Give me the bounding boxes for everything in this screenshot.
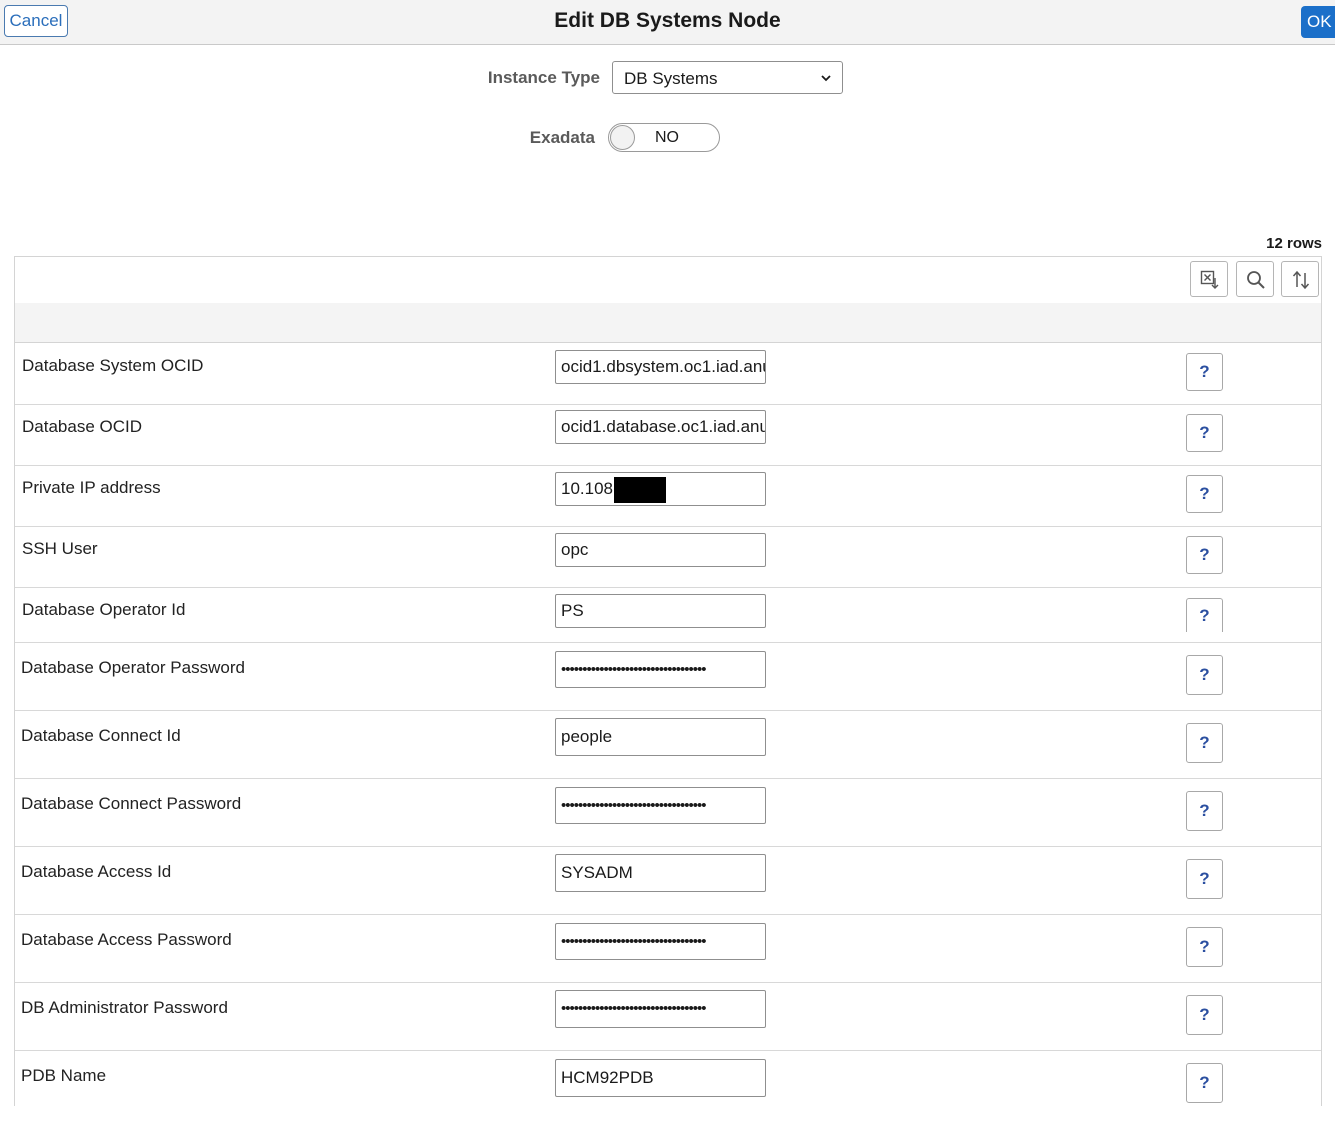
- row-count: 12 rows: [1266, 235, 1322, 252]
- instance-type-select[interactable]: DB Systems: [612, 61, 843, 94]
- table-row: PDB Name HCM92PDB ?: [15, 1050, 1321, 1107]
- row-label: Database Operator Id: [22, 600, 186, 619]
- help-button[interactable]: ?: [1186, 927, 1223, 967]
- page-header: Cancel Edit DB Systems Node OK: [0, 0, 1335, 45]
- help-button[interactable]: ?: [1186, 655, 1223, 695]
- grid-toolbar: [15, 257, 1321, 304]
- download-excel-button[interactable]: [1190, 261, 1228, 297]
- help-button[interactable]: ?: [1186, 536, 1223, 574]
- row-label: Database Connect Password: [21, 794, 242, 813]
- help-button[interactable]: ?: [1186, 414, 1223, 452]
- settings-grid: Database System OCID ocid1.dbsystem.oc1.…: [14, 256, 1322, 1106]
- database-ocid-field[interactable]: ocid1.database.oc1.iad.anu: [555, 410, 766, 444]
- chevron-down-icon: [821, 75, 831, 82]
- row-label: Database Operator Password: [21, 658, 245, 677]
- table-row: Private IP address 10.108 ?: [15, 465, 1321, 527]
- help-button[interactable]: ?: [1186, 475, 1223, 513]
- private-ip-value: 10.108: [561, 479, 613, 498]
- table-row: Database Access Id SYSADM ?: [15, 846, 1321, 915]
- help-button[interactable]: ?: [1186, 791, 1223, 831]
- help-button[interactable]: ?: [1186, 995, 1223, 1035]
- sort-button[interactable]: [1281, 261, 1319, 297]
- redaction-mask: [614, 476, 666, 503]
- table-row: Database Connect Id people ?: [15, 710, 1321, 779]
- row-label: DB Administrator Password: [21, 998, 228, 1017]
- database-system-ocid-field[interactable]: ocid1.dbsystem.oc1.iad.anu: [555, 350, 766, 384]
- help-button[interactable]: ?: [1186, 859, 1223, 899]
- search-button[interactable]: [1236, 261, 1274, 297]
- row-label: Private IP address: [22, 478, 161, 497]
- help-button[interactable]: ?: [1186, 353, 1223, 391]
- ok-button[interactable]: OK: [1301, 6, 1335, 38]
- table-row: Database Operator Id PS ?: [15, 587, 1321, 643]
- exadata-label: Exadata: [529, 128, 595, 147]
- row-label: Database System OCID: [22, 356, 204, 375]
- pdb-name-field[interactable]: HCM92PDB: [555, 1059, 766, 1097]
- table-row: SSH User opc ?: [15, 526, 1321, 588]
- sort-icon: [1292, 270, 1310, 290]
- row-label: Database Connect Id: [21, 726, 181, 745]
- database-access-password-field[interactable]: ••••••••••••••••••••••••••••••••••: [555, 923, 766, 960]
- database-access-id-field[interactable]: SYSADM: [555, 854, 766, 892]
- exadata-toggle[interactable]: NO: [608, 123, 720, 152]
- table-row: Database Access Password •••••••••••••••…: [15, 914, 1321, 983]
- help-button[interactable]: ?: [1186, 723, 1223, 763]
- grid-header: [15, 303, 1321, 343]
- database-connect-id-field[interactable]: people: [555, 718, 766, 756]
- row-label: Database Access Id: [21, 862, 172, 881]
- help-button[interactable]: ?: [1186, 1063, 1223, 1103]
- table-row: Database System OCID ocid1.dbsystem.oc1.…: [15, 343, 1321, 405]
- ssh-user-field[interactable]: opc: [555, 533, 766, 567]
- database-connect-password-field[interactable]: ••••••••••••••••••••••••••••••••••: [555, 787, 766, 824]
- page-title: Edit DB Systems Node: [554, 9, 781, 32]
- table-row: Database OCID ocid1.database.oc1.iad.anu…: [15, 404, 1321, 466]
- table-row: DB Administrator Password ••••••••••••••…: [15, 982, 1321, 1051]
- database-operator-password-field[interactable]: ••••••••••••••••••••••••••••••••••: [555, 651, 766, 688]
- search-icon: [1247, 271, 1265, 289]
- db-administrator-password-field[interactable]: ••••••••••••••••••••••••••••••••••: [555, 990, 766, 1028]
- table-row: Database Connect Password ••••••••••••••…: [15, 778, 1321, 847]
- toggle-knob: [610, 125, 635, 150]
- download-excel-icon: [1200, 270, 1219, 289]
- instance-type-value: DB Systems: [624, 69, 718, 88]
- table-row: Database Operator Password •••••••••••••…: [15, 642, 1321, 711]
- help-button[interactable]: ?: [1186, 598, 1223, 632]
- row-label: Database OCID: [22, 417, 142, 436]
- database-operator-id-field[interactable]: PS: [555, 594, 766, 628]
- row-label: SSH User: [22, 539, 98, 558]
- row-label: Database Access Password: [21, 930, 232, 949]
- instance-type-label: Instance Type: [487, 68, 600, 87]
- private-ip-field[interactable]: 10.108: [555, 472, 766, 506]
- exadata-toggle-text: NO: [655, 129, 679, 146]
- row-label: PDB Name: [21, 1066, 107, 1085]
